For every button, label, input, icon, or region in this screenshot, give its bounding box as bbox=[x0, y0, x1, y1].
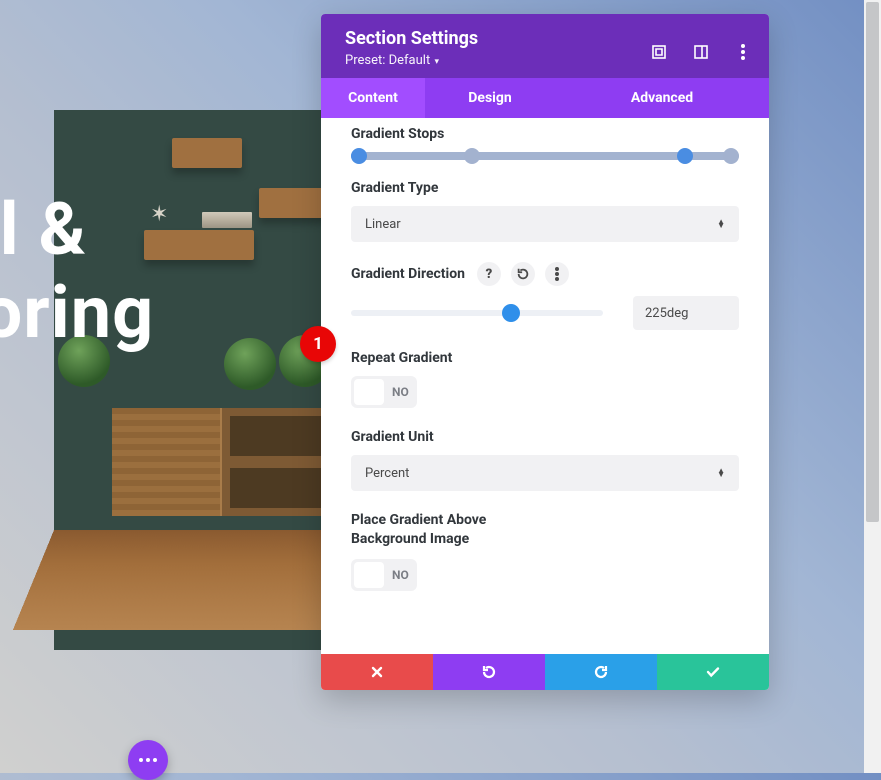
gradient-type-select[interactable]: Linear ▲▼ bbox=[351, 206, 739, 242]
panel-tabs: Content Design Advanced bbox=[321, 78, 769, 118]
toggle-state: NO bbox=[392, 568, 409, 582]
shelf bbox=[144, 230, 254, 260]
gradient-direction-input[interactable] bbox=[633, 296, 739, 330]
plant bbox=[58, 335, 110, 387]
gradient-stop[interactable] bbox=[723, 148, 739, 164]
gradient-direction-label: Gradient Direction ? bbox=[351, 262, 739, 286]
select-caret-icon: ▲▼ bbox=[717, 469, 725, 477]
gradient-stop[interactable] bbox=[351, 148, 367, 164]
books bbox=[202, 212, 252, 228]
cancel-button[interactable] bbox=[321, 654, 433, 690]
gradient-unit-label: Gradient Unit bbox=[351, 429, 739, 445]
drawers bbox=[112, 408, 220, 516]
window-scrollbar[interactable] bbox=[864, 0, 881, 773]
select-value: Linear bbox=[365, 217, 401, 232]
kebab-menu-icon[interactable] bbox=[733, 42, 753, 62]
gradient-type-label: Gradient Type bbox=[351, 180, 739, 196]
annotation-badge-1: 1 bbox=[300, 326, 336, 362]
gradient-stop[interactable] bbox=[464, 148, 480, 164]
caret-down-icon: ▾ bbox=[432, 57, 439, 67]
gradient-stops-label: Gradient Stops bbox=[351, 126, 739, 142]
select-value: Percent bbox=[365, 466, 409, 481]
redo-button[interactable] bbox=[545, 654, 657, 690]
save-button[interactable] bbox=[657, 654, 769, 690]
shelf bbox=[172, 138, 242, 168]
toggle-knob bbox=[354, 562, 384, 588]
panel-header: Section Settings Preset: Default ▾ bbox=[321, 14, 769, 78]
expand-icon[interactable] bbox=[649, 42, 669, 62]
hero-photo: ✶ bbox=[54, 110, 330, 650]
tab-design[interactable]: Design bbox=[425, 78, 555, 118]
panel-footer bbox=[321, 654, 769, 690]
reset-icon[interactable] bbox=[511, 262, 535, 286]
star-ornament-icon: ✶ bbox=[150, 202, 168, 227]
plant bbox=[224, 338, 276, 390]
help-icon[interactable]: ? bbox=[477, 262, 501, 286]
page-actions-fab[interactable] bbox=[128, 740, 168, 780]
undo-button[interactable] bbox=[433, 654, 545, 690]
gradient-stop[interactable] bbox=[677, 148, 693, 164]
floor bbox=[13, 530, 371, 630]
panel-body: Gradient Stops Gradient Type Linear ▲▼ G… bbox=[321, 118, 769, 654]
tab-content[interactable]: Content bbox=[321, 78, 425, 118]
place-above-label: Place Gradient Above Background Image bbox=[351, 511, 739, 549]
place-above-toggle[interactable]: NO bbox=[351, 559, 417, 591]
scrollbar-thumb[interactable] bbox=[866, 2, 879, 522]
gradient-stops-track[interactable] bbox=[351, 152, 739, 160]
repeat-gradient-toggle[interactable]: NO bbox=[351, 376, 417, 408]
slider-thumb[interactable] bbox=[502, 304, 520, 322]
options-icon[interactable] bbox=[545, 262, 569, 286]
section-settings-panel: Section Settings Preset: Default ▾ Conte… bbox=[321, 14, 769, 690]
open-shelf bbox=[222, 408, 330, 516]
snap-panel-icon[interactable] bbox=[691, 42, 711, 62]
gradient-direction-slider[interactable] bbox=[351, 310, 603, 316]
repeat-gradient-label: Repeat Gradient bbox=[351, 350, 739, 366]
cabinet bbox=[112, 408, 330, 516]
toggle-state: NO bbox=[392, 385, 409, 399]
preset-label: Preset: Default bbox=[345, 53, 430, 68]
gradient-unit-select[interactable]: Percent ▲▼ bbox=[351, 455, 739, 491]
toggle-knob bbox=[354, 379, 384, 405]
select-caret-icon: ▲▼ bbox=[717, 220, 725, 228]
panel-header-actions bbox=[649, 42, 753, 62]
tab-advanced[interactable]: Advanced bbox=[555, 78, 769, 118]
